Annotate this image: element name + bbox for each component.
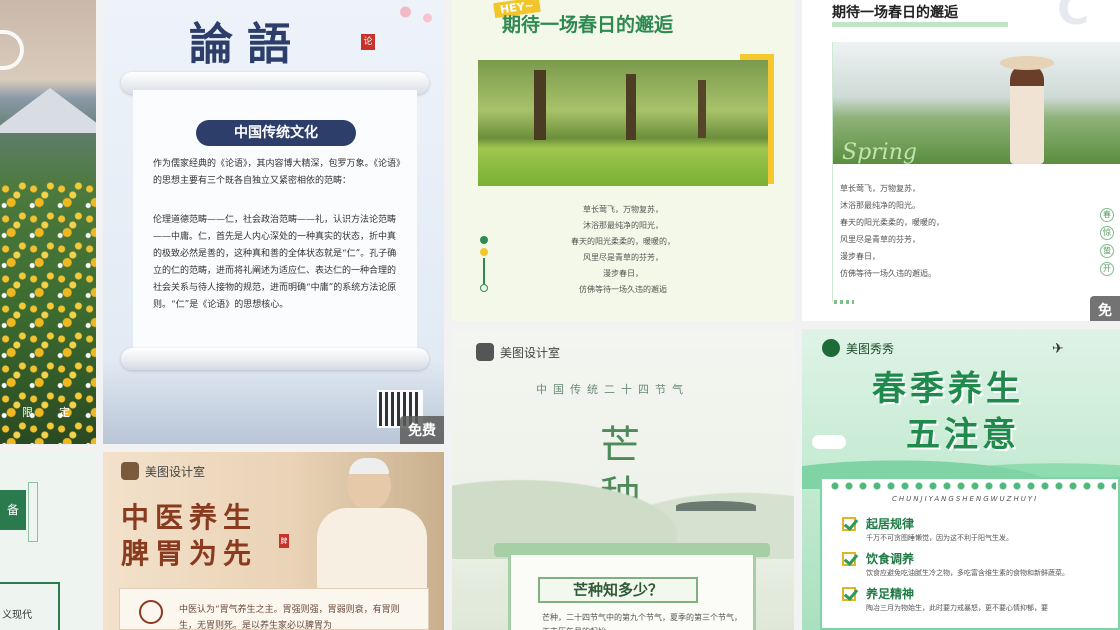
brand-logo-icon [121,462,139,480]
faded-letters: C [1057,0,1090,35]
lunyu-para2: 伦理道德范畴——仁，社会政治范畴——礼，认识方法论范畴——中庸。仁，首先是人内心… [153,215,397,310]
chunji-pinyin: CHUNJIYANGSHENGWUZHUYI [892,495,1039,503]
tcm-title-line2: 脾胃为先 [121,537,258,570]
brand-logo-icon [822,339,840,357]
chunji-items: 起居规律 千万不可贪图睡懒觉，因为这不利于阳气生发。 饮食调养 饮食应避免吃油腻… [842,515,1112,614]
mangzhong-banner: 芒种知多少？ [538,577,698,603]
poem-line: 风里尽是青草的芬芳， [583,253,663,262]
tip-title: 饮食调养 [866,552,915,566]
lunyu-seal: 论 [361,34,375,50]
template-card-spring2[interactable]: 期待一场春日的邂逅 C Spring 草长莺飞，万物复苏， 沐浴那最纯净的阳光。… [802,0,1120,321]
cloud-decor [812,435,846,449]
blossom-branch [389,0,444,30]
brand-meitu-design: 美图设计室 [121,462,205,480]
green-block: 备 [0,490,26,530]
tip-desc: 千万不可贪图睡懒觉，因为这不利于阳气生发。 [866,534,1013,542]
tip-title: 养足精神 [866,587,915,601]
timeline-decor [480,236,488,292]
elder-doctor-photo [299,458,444,588]
poem-line: 风里尽是青草的芬芳， [840,235,920,244]
spring1-title: 期待一场春日的邂逅 [502,14,674,36]
template-card-mangzhong[interactable]: 美图设计室 中国传统二十四节气 芒 种 芒种知多少？ 芒种，二十四节气中的第九个… [452,329,794,630]
side-char: 惊 [1100,226,1114,240]
tip-title: 起居规律 [866,517,915,531]
tcm-seal: 脾 [279,534,289,548]
spring2-underline [832,22,1008,27]
spring2-poem: 草长莺飞，万物复苏， 沐浴那最纯净的阳光。 春天的阳光柔柔的，暖暖的， 风里尽是… [840,180,1040,282]
pavilion-roof [676,501,756,511]
ink-hills [452,439,794,559]
brand-name: 美图秀秀 [846,341,895,356]
lunyu-banner: 中国传统文化 [196,120,356,146]
woman-figure [1010,64,1044,164]
tip-item: 养足精神 陶冶三月为物始生，此时要力戒暴怒，更不要心情抑郁，要 [842,585,1112,614]
poem-line: 草长莺飞，万物复苏， [840,184,920,193]
template-card-partial-left[interactable]: 备 义现代 [0,452,96,630]
tip-desc: 饮食应避免吃油腻生冷之物，多吃富含维生素的食物和新鲜蔬菜。 [866,569,1069,577]
chunji-title-line1: 春季养生 [872,369,1024,409]
poem-line: 漫步春日， [840,252,880,261]
side-char: 蛰 [1100,244,1114,258]
tcm-badge-icon [139,600,163,624]
spring2-title: 期待一场春日的邂逅 [832,5,958,21]
brand-meitu-design: 美图设计室 [476,343,560,361]
poem-line: 沐浴那最纯净的阳光。 [840,201,920,210]
template-card-tcm[interactable]: 美图设计室 中医养生 脾胃为先 脾 中医认为“胃气养生之主。胃强则强，胃弱则衰，… [103,452,444,630]
brand-meitu-xiuxiu: 美图秀秀 [822,339,894,357]
poem-line: 沐浴那最纯净的阳光， [583,221,663,230]
poem-line: 仿佛等待一场久违的邂逅。 [840,269,936,278]
tip-desc: 陶冶三月为物始生，此时要力戒暴怒，更不要心情抑郁，要 [866,604,1048,612]
partial-text: 义现代 [2,610,32,621]
poem-line: 漫步春日， [603,269,643,278]
tcm-body: 中医认为“胃气养生之主。胃强则强，胃弱则衰，有胃则生，无胃则死。是以养生家必以脾… [179,605,400,630]
footer-char: 限 [22,406,33,419]
template-card-chunji[interactable]: 美图秀秀 ✈ 春季养生 五注意 CHUNJIYANGSHENGWUZHUYI 起… [802,329,1120,630]
brand-name: 美图设计室 [500,345,561,360]
side-char: 开 [1100,262,1114,276]
brand-name: 美图设计室 [145,464,206,479]
frame-line [28,482,38,542]
free-tag: 免 [1090,296,1120,321]
side-char-column: 春 惊 蛰 开 [1100,208,1114,276]
template-card-lunyu[interactable]: 論語 论 中国传统文化 作为儒家经典的《论语》，其内容博大精深，包罗万象。《论语… [103,0,444,444]
dots-decor [834,300,854,304]
park-photo [478,60,768,186]
swallow-icon: ✈ [1052,341,1064,357]
poem-line: 春天的阳光柔柔的，暖暖的， [571,237,675,246]
footer-char: 定 [59,406,70,419]
left-rule [832,42,833,302]
free-tag: 免费 [400,416,444,444]
spring1-poem: 草长莺飞，万物复苏， 沐浴那最纯净的阳光， 春天的阳光柔柔的，暖暖的， 风里尽是… [512,202,734,298]
poem-line: 仿佛等待一场久违的邂逅 [579,285,667,294]
checkbox-icon [842,586,856,601]
template-card-spring1[interactable]: HEY~ 期待一场春日的邂逅 草长莺飞，万物复苏， 沐浴那最纯净的阳光， 春天的… [452,0,794,321]
mountain-shape [0,88,96,133]
checkbox-icon [842,551,856,566]
brand-logo-icon [476,343,494,361]
tip-item: 饮食调养 饮食应避免吃油腻生冷之物，多吃富含维生素的食物和新鲜蔬菜。 [842,550,1112,579]
side-char: 春 [1100,208,1114,222]
sun-hat [1000,56,1054,70]
tip-item: 起居规律 千万不可贪图睡懒觉，因为这不利于阳气生发。 [842,515,1112,544]
lunyu-title: 論語 [189,19,305,70]
checkbox-icon [842,516,856,531]
deco-stroke [0,30,24,70]
mangzhong-subtitle: 中国传统二十四节气 [536,383,689,396]
tcm-title-line1: 中医养生 [121,501,258,534]
template-card-landscape[interactable]: 限 定 [0,0,96,444]
spring-script: Spring [842,140,917,165]
poem-line: 草长莺飞，万物复苏， [583,205,663,214]
dot-row [828,481,1116,491]
mangzhong-body: 芒种，二十四节气中的第九个节气，夏季的第三个节气，干支历午月的起始。 [542,613,742,630]
landscape-footer: 限 定 [22,404,70,420]
lunyu-para1: 作为儒家经典的《论语》，其内容博大精深，包罗万象。《论语》的思想主要有三个既各自… [153,159,401,186]
poem-line: 春天的阳光柔柔的，暖暖的， [840,218,944,227]
